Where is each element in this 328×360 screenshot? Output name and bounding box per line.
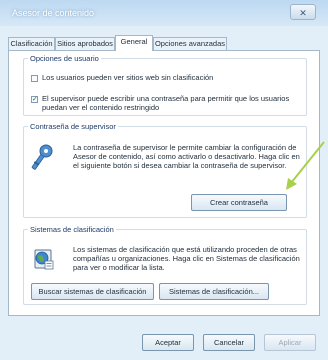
key-icon — [31, 144, 53, 170]
tab-label: General — [120, 37, 148, 46]
tab-general[interactable]: General — [115, 35, 153, 51]
supervisor-password-legend: Contraseña de supervisor — [30, 122, 116, 131]
accept-button[interactable]: Aceptar — [142, 334, 194, 351]
close-button[interactable]: ✕ — [290, 4, 316, 20]
create-password-button[interactable]: Crear contraseña — [191, 194, 287, 211]
supervisor-override-label: El supervisor puede escribir una contras… — [42, 94, 290, 112]
unrated-sites-label: Los usuarios pueden ver sitios web sin c… — [42, 73, 214, 82]
cancel-button[interactable]: Cancelar — [203, 334, 255, 351]
globe-icon — [34, 249, 54, 270]
check-mark-icon: ✓ — [32, 96, 38, 103]
tab-label: Clasificación — [10, 39, 53, 48]
rating-systems-button[interactable]: Sistemas de clasificación... — [159, 283, 269, 300]
tab-clasificacion[interactable]: Clasificación — [8, 37, 55, 50]
supervisor-description: La contraseña de supervisor le permite c… — [73, 143, 300, 170]
tab-label: Sitios aprobados — [57, 39, 113, 48]
content-advisor-window: Asesor de contenido ✕ Clasificación Siti… — [0, 0, 328, 360]
close-icon: ✕ — [299, 8, 307, 18]
tab-panel-general: Opciones de usuario Los usuarios pueden … — [8, 50, 320, 316]
rating-systems-legend: Sistemas de clasificación — [30, 225, 114, 234]
apply-button[interactable]: Aplicar — [264, 334, 316, 351]
tab-opciones-avanzadas[interactable]: Opciones avanzadas — [153, 37, 227, 50]
unrated-sites-checkbox[interactable] — [31, 75, 38, 82]
tab-label: Opciones avanzadas — [154, 39, 226, 48]
tab-sitios-aprobados[interactable]: Sitios aprobados — [55, 37, 115, 50]
window-title: Asesor de contenido — [12, 8, 95, 18]
rating-systems-description: Los sistemas de clasificación que está u… — [73, 245, 300, 272]
supervisor-override-checkbox[interactable]: ✓ — [31, 96, 38, 103]
find-rating-systems-button[interactable]: Buscar sistemas de clasificación — [31, 283, 154, 300]
tab-strip: Clasificación Sitios aprobados General O… — [8, 35, 320, 51]
title-bar: Asesor de contenido ✕ — [0, 0, 328, 28]
user-options-legend: Opciones de usuario — [30, 54, 99, 63]
